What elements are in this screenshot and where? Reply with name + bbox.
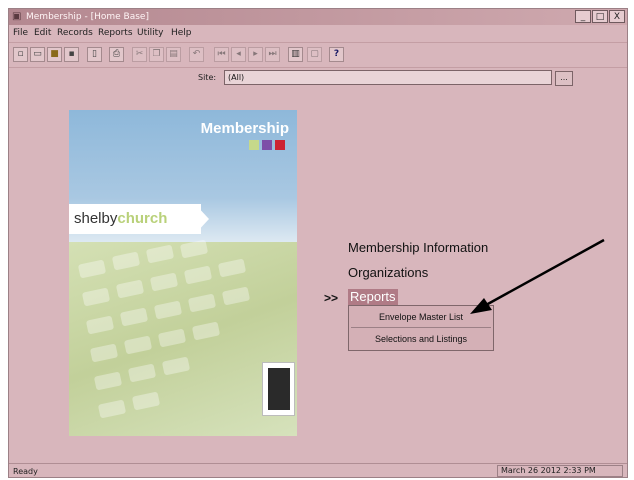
keyboard-key <box>221 286 251 306</box>
submenu-divider <box>351 327 491 328</box>
document-icon: ▢ <box>310 49 319 59</box>
keyboard-key <box>187 293 217 313</box>
menu-utility[interactable]: Utility <box>137 28 163 39</box>
chart-button[interactable]: ▥ <box>288 47 303 62</box>
new-icon: ▫ <box>17 49 24 59</box>
next-record-icon: ▸ <box>253 49 258 59</box>
splash-heading: Membership <box>200 120 289 137</box>
shelbychurch-logo: shelbychurch <box>74 210 167 228</box>
status-bar: Ready March 26 2012 2:33 PM <box>9 463 627 479</box>
keyboard-key <box>119 307 149 327</box>
keyboard-key <box>123 335 153 355</box>
last-record-button[interactable]: ⏭ <box>265 47 280 62</box>
folder-icon: ■ <box>50 49 59 59</box>
keyboard-key <box>85 315 115 335</box>
site-label: Site: <box>198 73 217 82</box>
purple-square <box>262 140 272 150</box>
menu-reports[interactable]: Reports <box>98 28 133 39</box>
submenu-envelope-master-list[interactable]: Envelope Master List <box>349 311 493 323</box>
next-record-button[interactable]: ▸ <box>248 47 263 62</box>
undo-icon: ↶ <box>192 49 201 59</box>
logo-band: shelbychurch <box>69 198 297 242</box>
maximize-button[interactable]: □ <box>592 10 608 23</box>
red-square <box>275 140 285 150</box>
save-icon: ▪ <box>68 49 75 59</box>
new-button[interactable]: ▫ <box>13 47 28 62</box>
keyboard-key <box>115 279 145 299</box>
keyboard-key <box>97 399 127 419</box>
open-icon: ▭ <box>33 49 42 59</box>
keyboard-key <box>93 371 123 391</box>
last-record-icon: ⏭ <box>268 49 277 59</box>
status-text: Ready <box>13 467 38 476</box>
cut-icon: ✂ <box>135 49 144 59</box>
menu-file[interactable]: File <box>13 28 28 39</box>
open-button[interactable]: ▭ <box>30 47 45 62</box>
keyboard-key <box>145 244 175 264</box>
keyboard-key <box>217 258 247 278</box>
prev-record-icon: ◂ <box>236 49 241 59</box>
document-button[interactable]: ▢ <box>307 47 322 62</box>
keyboard-key <box>179 239 209 259</box>
copy-button[interactable]: ❐ <box>149 47 164 62</box>
logo-text-shelby: shelby <box>74 210 118 227</box>
help-button[interactable]: ? <box>329 47 344 62</box>
menu-records[interactable]: Records <box>57 28 93 39</box>
menu-item-organizations[interactable]: Organizations <box>348 265 428 281</box>
selection-marker: >> <box>324 291 339 305</box>
undo-button[interactable]: ↶ <box>189 47 204 62</box>
keyboard-key <box>149 272 179 292</box>
phone-body <box>268 368 290 410</box>
window-title: Membership - [Home Base] <box>26 12 149 22</box>
keyboard-key <box>127 363 157 383</box>
keyboard-key <box>81 287 111 307</box>
logo-text-church: church <box>117 210 168 227</box>
keyboard-key <box>157 328 187 348</box>
status-date: March 26 2012 2:33 PM <box>497 465 623 477</box>
close-button[interactable]: X <box>609 10 625 23</box>
page-icon: ▯ <box>92 49 97 59</box>
submenu-selections-and-listings[interactable]: Selections and Listings <box>349 333 493 345</box>
save-button[interactable]: ▪ <box>64 47 79 62</box>
keyboard-key <box>89 343 119 363</box>
toolbar: ▫ ▭ ■ ▪ ▯ ⎙ ✂ ❐ ▤ ↶ ⏮ ◂ ▸ ⏭ ▥ ▢ ? <box>9 42 627 68</box>
menu-item-membership-information[interactable]: Membership Information <box>348 240 488 256</box>
keyboard-key <box>153 300 183 320</box>
folder-button[interactable]: ■ <box>47 47 62 62</box>
print-button[interactable]: ⎙ <box>109 47 124 62</box>
menu-item-reports[interactable]: Reports <box>348 289 398 305</box>
first-record-button[interactable]: ⏮ <box>214 47 229 62</box>
chart-icon: ▥ <box>291 49 300 59</box>
paste-button[interactable]: ▤ <box>166 47 181 62</box>
minimize-button[interactable]: _ <box>575 10 591 23</box>
logo-plate-arrow <box>195 204 209 234</box>
phone-photo <box>262 362 295 416</box>
site-input[interactable]: (All) <box>224 70 552 85</box>
keyboard-key <box>131 391 161 411</box>
site-browse-button[interactable]: ... <box>555 71 573 86</box>
reports-submenu: Envelope Master List Selections and List… <box>348 305 494 351</box>
copy-icon: ❐ <box>152 49 161 59</box>
menu-bar: File Edit Records Reports Utility Help <box>9 26 627 41</box>
keyboard-key <box>111 251 141 271</box>
keyboard-key <box>183 265 213 285</box>
keyboard-key <box>161 356 191 376</box>
splash-header: Membership <box>69 110 297 198</box>
menu-help[interactable]: Help <box>171 28 192 39</box>
prev-record-button[interactable]: ◂ <box>231 47 246 62</box>
splash-image: Membership shelbychurch <box>69 110 297 436</box>
application-window: ▣ Membership - [Home Base] _ □ X File Ed… <box>8 8 628 478</box>
print-icon: ⎙ <box>112 49 121 59</box>
menu-edit[interactable]: Edit <box>34 28 51 39</box>
keyboard-key <box>77 259 107 279</box>
paste-icon: ▤ <box>169 49 178 59</box>
help-icon: ? <box>333 49 340 59</box>
title-bar[interactable]: ▣ Membership - [Home Base] _ □ X <box>9 9 627 25</box>
green-square <box>249 140 259 150</box>
keyboard-key <box>191 321 221 341</box>
cut-button[interactable]: ✂ <box>132 47 147 62</box>
app-icon: ▣ <box>12 11 22 22</box>
first-record-icon: ⏮ <box>217 49 226 59</box>
page-button[interactable]: ▯ <box>87 47 102 62</box>
